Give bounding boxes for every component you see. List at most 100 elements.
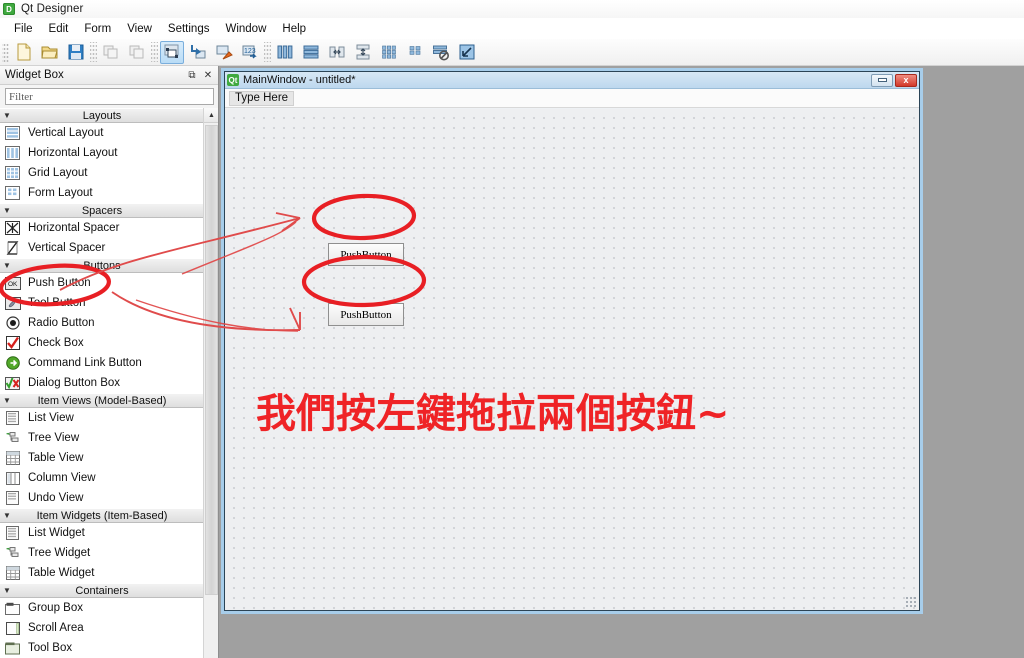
- edit-signals-slots-button[interactable]: [186, 41, 210, 64]
- tree-widget-icon: [4, 545, 21, 561]
- form-menubar[interactable]: Type Here: [225, 89, 919, 108]
- list-view-icon: [4, 410, 21, 426]
- widget-item-label: Undo View: [28, 492, 84, 504]
- pushbutton-2[interactable]: PushButton: [328, 303, 404, 326]
- widget-item-tree-widget[interactable]: Tree Widget: [0, 543, 204, 563]
- widget-item-list-widget[interactable]: List Widget: [0, 523, 204, 543]
- qt-logo-icon: D: [3, 3, 15, 15]
- menu-file[interactable]: File: [6, 22, 41, 36]
- undo-icon: [103, 45, 118, 59]
- undo-view-icon: [4, 490, 21, 506]
- menu-edit[interactable]: Edit: [41, 22, 77, 36]
- scrollbar-thumb[interactable]: [205, 125, 218, 595]
- open-form-button[interactable]: [38, 41, 62, 64]
- layout-form-icon: [409, 46, 421, 55]
- layout-horizontally-button[interactable]: [273, 41, 297, 64]
- widget-category-item-widgets[interactable]: ▼ Item Widgets (Item-Based): [0, 508, 204, 523]
- chevron-down-icon: ▼: [3, 510, 11, 520]
- close-icon[interactable]: ✕: [200, 68, 216, 83]
- edit-widgets-button[interactable]: [160, 40, 184, 64]
- close-icon: x: [903, 75, 909, 85]
- widget-item-tree-view[interactable]: Tree View: [0, 428, 204, 448]
- widget-item-undo-view[interactable]: Undo View: [0, 488, 204, 508]
- layout-vertically-button[interactable]: [299, 41, 323, 64]
- save-form-button[interactable]: [64, 41, 88, 64]
- widget-box-scrollbar[interactable]: ▲: [203, 108, 218, 658]
- widget-item-push-button[interactable]: OK Push Button: [0, 273, 204, 293]
- widget-item-radio-button[interactable]: Radio Button: [0, 313, 204, 333]
- widget-item-scroll-area[interactable]: Scroll Area: [0, 618, 204, 638]
- open-folder-icon: [41, 46, 58, 59]
- new-form-button[interactable]: [12, 41, 36, 64]
- widget-item-horizontal-spacer[interactable]: Horizontal Spacer: [0, 218, 204, 238]
- widget-item-label: Horizontal Layout: [28, 147, 118, 159]
- widget-item-label: Command Link Button: [28, 357, 142, 369]
- toolbar-grip[interactable]: [2, 42, 9, 62]
- widget-item-tool-button[interactable]: Tool Button: [0, 293, 204, 313]
- toolbar-separator: [151, 42, 158, 62]
- form-close-button[interactable]: x: [895, 73, 917, 87]
- edit-buddies-button[interactable]: [212, 41, 236, 64]
- layout-form-button[interactable]: [403, 41, 427, 64]
- group-box-icon: [4, 600, 21, 616]
- splitter-horizontal-icon: [329, 46, 345, 58]
- widget-item-horizontal-layout[interactable]: Horizontal Layout: [0, 143, 204, 163]
- break-layout-button[interactable]: [429, 41, 453, 64]
- form-titlebar[interactable]: Qt MainWindow - untitled* x: [225, 72, 919, 89]
- widget-category-buttons[interactable]: ▼ Buttons: [0, 258, 204, 273]
- horizontal-layout-icon: [4, 145, 21, 161]
- layout-splitter-horizontal-button[interactable]: [325, 41, 349, 64]
- menubar-type-here-placeholder[interactable]: Type Here: [229, 90, 295, 106]
- widget-item-list-view[interactable]: List View: [0, 408, 204, 428]
- widget-item-group-box[interactable]: Group Box: [0, 598, 204, 618]
- menu-view[interactable]: View: [119, 22, 160, 36]
- radio-button-icon: [4, 315, 21, 331]
- menu-form[interactable]: Form: [76, 22, 119, 36]
- menu-settings[interactable]: Settings: [160, 22, 218, 36]
- pushbutton-1[interactable]: PushButton: [328, 243, 404, 266]
- widget-item-vertical-layout[interactable]: Vertical Layout: [0, 123, 204, 143]
- widget-item-grid-layout[interactable]: Grid Layout: [0, 163, 204, 183]
- break-layout-icon: [433, 45, 449, 61]
- widget-category-containers[interactable]: ▼ Containers: [0, 583, 204, 598]
- category-label: Layouts: [82, 109, 122, 122]
- widget-box-list[interactable]: ▼ Layouts Vertical Layout Horizontal Lay…: [0, 108, 218, 658]
- widget-item-dialog-button-box[interactable]: Dialog Button Box: [0, 373, 204, 393]
- widget-item-form-layout[interactable]: Form Layout: [0, 183, 204, 203]
- widget-category-item-views[interactable]: ▼ Item Views (Model-Based): [0, 393, 204, 408]
- widget-item-tool-box[interactable]: Tool Box: [0, 638, 204, 658]
- category-label: Containers: [75, 584, 129, 597]
- form-canvas[interactable]: PushButton PushButton: [225, 109, 919, 610]
- widget-box-filter-input[interactable]: Filter: [5, 88, 214, 105]
- widget-item-label: Radio Button: [28, 317, 95, 329]
- edit-tab-order-button[interactable]: 123: [238, 41, 262, 64]
- layout-splitter-vertical-button[interactable]: [351, 41, 375, 64]
- chevron-up-icon[interactable]: ▲: [204, 108, 218, 123]
- adjust-size-button[interactable]: [455, 41, 479, 64]
- redo-button[interactable]: [125, 41, 149, 64]
- widget-item-table-widget[interactable]: Table Widget: [0, 563, 204, 583]
- widget-category-layouts[interactable]: ▼ Layouts: [0, 108, 204, 123]
- widget-item-command-link-button[interactable]: Command Link Button: [0, 353, 204, 373]
- category-label: Item Widgets (Item-Based): [36, 509, 168, 522]
- float-dock-icon[interactable]: ⧉: [184, 68, 200, 83]
- widget-item-label: Vertical Layout: [28, 127, 104, 139]
- form-minimize-button[interactable]: [871, 73, 893, 87]
- menu-help[interactable]: Help: [274, 22, 314, 36]
- widget-item-check-box[interactable]: Check Box: [0, 333, 204, 353]
- widget-item-table-view[interactable]: Table View: [0, 448, 204, 468]
- undo-button[interactable]: [99, 41, 123, 64]
- widget-item-column-view[interactable]: Column View: [0, 468, 204, 488]
- widget-category-spacers[interactable]: ▼ Spacers: [0, 203, 204, 218]
- app-title: Qt Designer: [21, 3, 84, 15]
- layout-grid-button[interactable]: [377, 41, 401, 64]
- form-window-mainwindow[interactable]: Qt MainWindow - untitled* x Type Here Pu…: [224, 71, 920, 611]
- widget-item-vertical-spacer[interactable]: Vertical Spacer: [0, 238, 204, 258]
- resize-grip-icon[interactable]: [905, 596, 917, 608]
- widget-item-label: Tree View: [28, 432, 80, 444]
- adjust-size-icon: [459, 44, 475, 60]
- widget-item-label: Tree Widget: [28, 547, 91, 559]
- menu-window[interactable]: Window: [217, 22, 274, 36]
- layout-vertical-icon: [303, 45, 319, 59]
- redo-icon: [129, 45, 144, 59]
